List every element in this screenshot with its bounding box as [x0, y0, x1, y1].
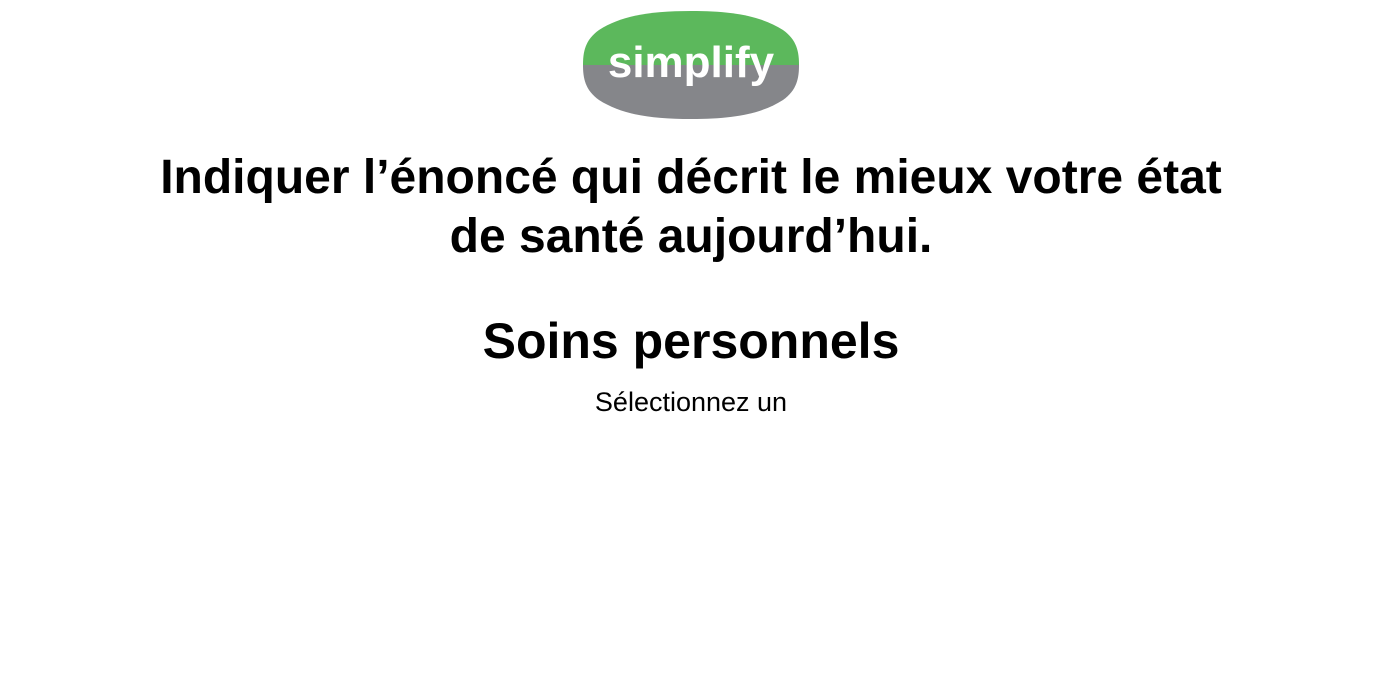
logo-wordmark: simplify	[608, 38, 775, 87]
question-line-2: de santé aujourd’hui.	[449, 210, 933, 263]
section-title: Soins personnels	[482, 313, 900, 369]
simplify-logo: simplify	[583, 10, 799, 120]
page: simplify Indiquer l’énoncé qui décrit le…	[0, 0, 1382, 683]
select-instruction: Sélectionnez un	[594, 387, 788, 417]
question-heading: Indiquer l’énoncé qui décrit le mieux vo…	[0, 148, 1382, 266]
question-line-1: Indiquer l’énoncé qui décrit le mieux vo…	[160, 151, 1222, 204]
